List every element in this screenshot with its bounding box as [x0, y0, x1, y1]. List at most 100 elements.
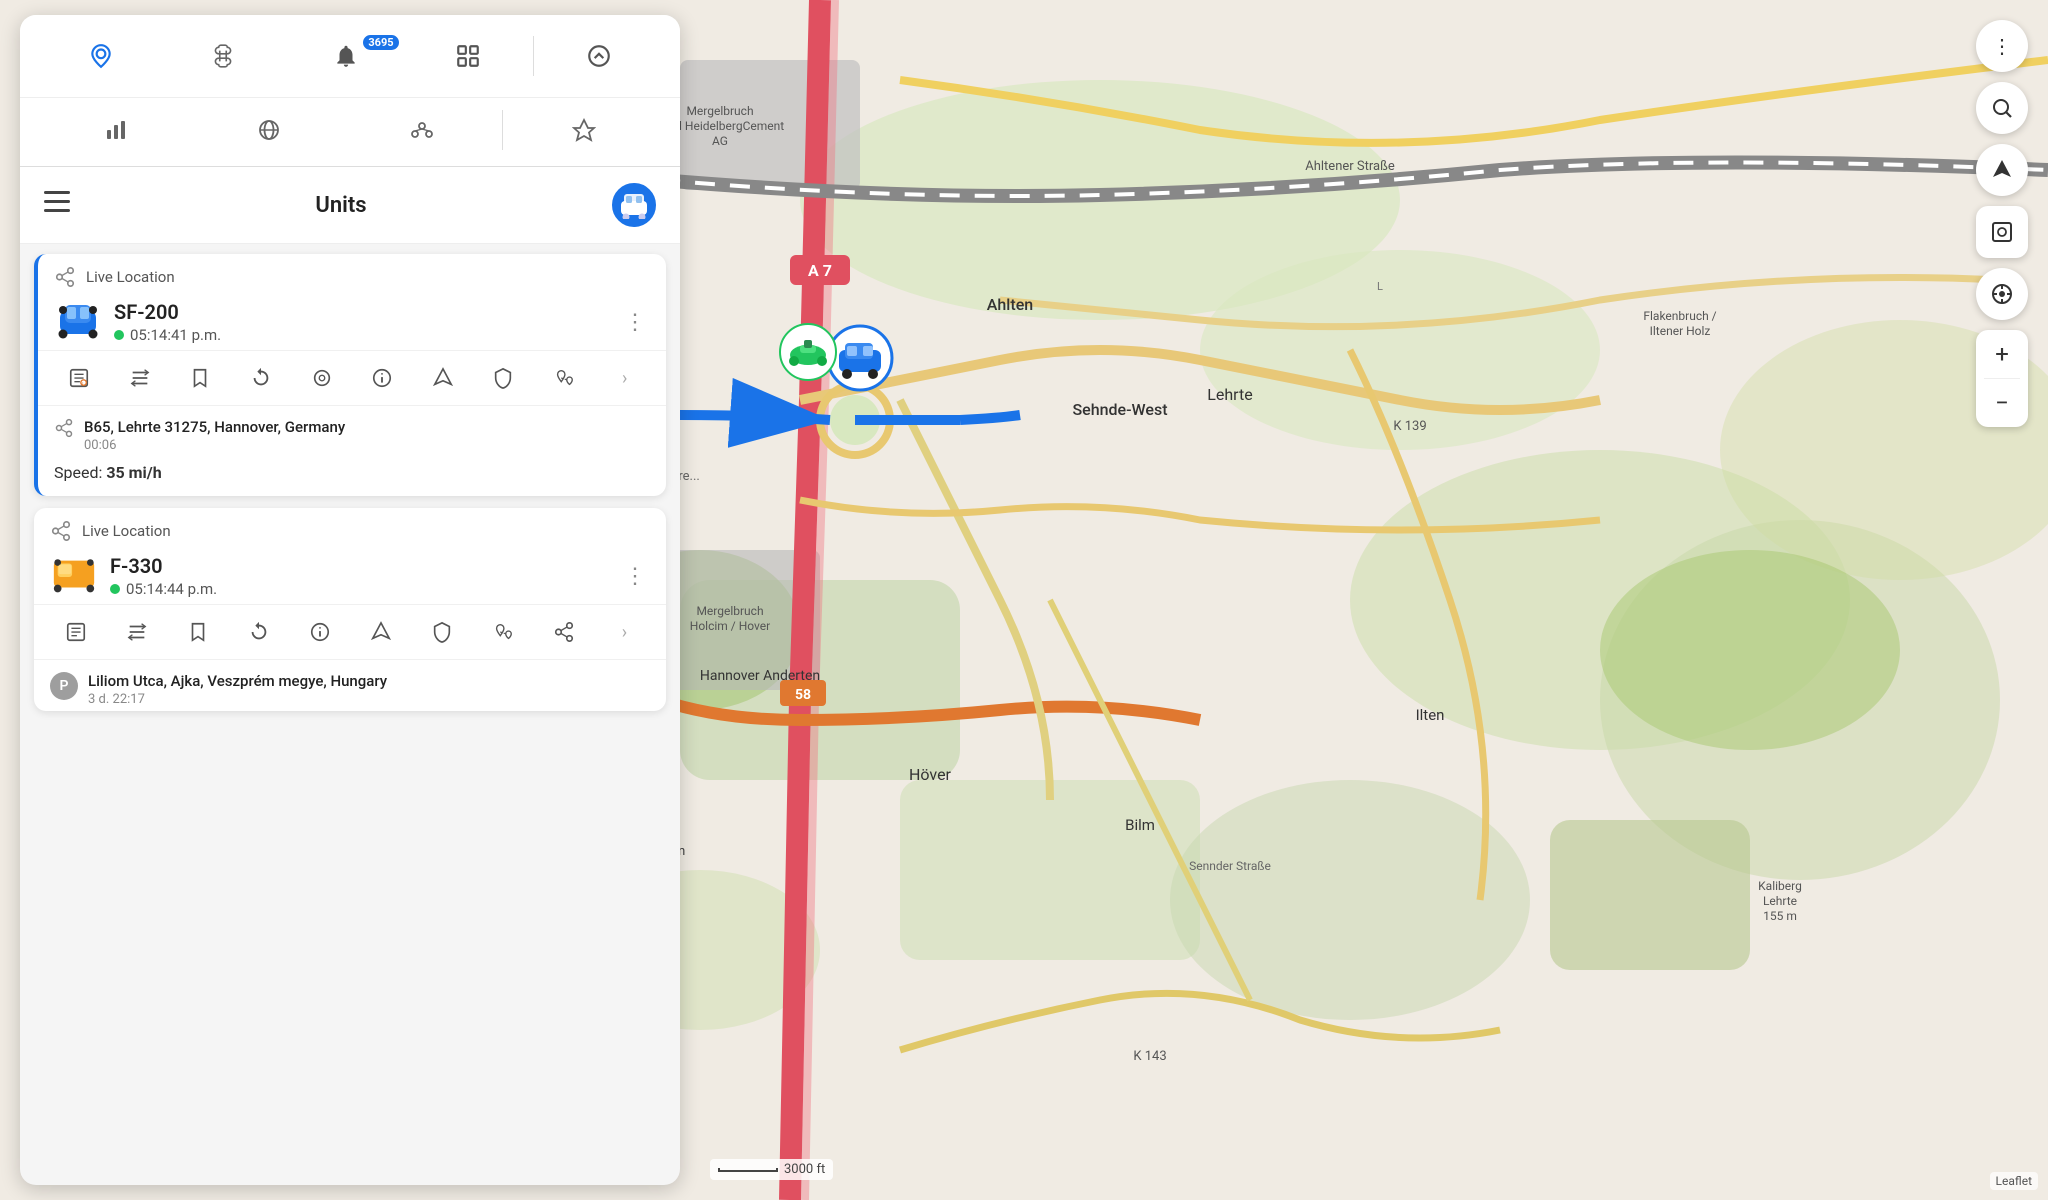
svg-text:Hannover Anderten: Hannover Anderten [700, 668, 820, 684]
action-replay-sf200[interactable] [232, 359, 291, 397]
scale-bar: 3000 ft [710, 1159, 833, 1180]
svg-text:AG: AG [712, 134, 728, 148]
address-time-sf200: 00:06 [84, 438, 345, 453]
svg-text:K 139: K 139 [1393, 419, 1426, 434]
frame-tab[interactable] [407, 31, 529, 81]
unit-name-sf200: SF-200 [114, 300, 608, 324]
action-navigate-f330[interactable] [351, 613, 410, 651]
actions-row-f330: › [34, 604, 666, 660]
units-avatar[interactable] [612, 183, 656, 227]
share-icon [54, 266, 76, 288]
bell-badge: 3695 [363, 35, 398, 50]
unit-list: Live Location [20, 244, 680, 1185]
card-header-sf200: Live Location [38, 254, 666, 294]
scale-line [718, 1168, 778, 1172]
address-text-f330: Liliom Utca, Ajka, Veszprém megye, Hunga… [88, 672, 387, 690]
toolbar-divider2 [502, 110, 503, 150]
address-row-f330: P Liliom Utca, Ajka, Veszprém megye, Hun… [34, 660, 666, 711]
unit-time-f330: 05:14:44 p.m. [126, 580, 217, 598]
svg-text:Bilm: Bilm [1125, 816, 1155, 834]
action-info-sf200[interactable] [353, 359, 412, 397]
status-dot-sf200 [114, 330, 124, 340]
address-row-sf200: B65, Lehrte 31275, Hannover, Germany 00:… [38, 406, 666, 457]
action-route-f330[interactable] [107, 613, 166, 651]
svg-text:Mergelbruch: Mergelbruch [686, 104, 753, 118]
pin-tab[interactable] [507, 108, 660, 152]
toolbar-row1: 3695 [20, 15, 680, 98]
chevron-up-tab[interactable] [538, 31, 660, 81]
action-route2-sf200[interactable] [535, 359, 594, 397]
action-bookmark-sf200[interactable] [171, 359, 230, 397]
units-header: Units [20, 167, 680, 244]
location-pin-tab[interactable] [40, 31, 162, 81]
bell-tab[interactable]: 3695 [284, 31, 406, 81]
unit-main-row-f330: F-330 05:14:44 p.m. ⋮ [34, 548, 666, 604]
action-more-f330[interactable]: › [595, 613, 654, 651]
unit-info-sf200: SF-200 05:14:41 p.m. [114, 300, 608, 344]
svg-text:Ahltener Straße: Ahltener Straße [1305, 159, 1395, 174]
globe-tab[interactable] [193, 108, 346, 152]
group-icon-tab[interactable] [346, 108, 499, 152]
svg-text:!: ! [83, 381, 84, 387]
unit-main-row-sf200: SF-200 05:14:41 p.m. ⋮ [38, 294, 666, 350]
left-panel: 3695 [20, 15, 680, 1185]
share-icon-f330 [50, 520, 72, 542]
screenshot-button[interactable] [1976, 206, 2028, 258]
unit-time-sf200: 05:14:41 p.m. [130, 326, 221, 344]
unit-card-sf200[interactable]: Live Location [34, 254, 666, 496]
speed-row-sf200: Speed: 35 mi/h [38, 457, 666, 496]
svg-text:Holcim / Hover: Holcim / Hover [690, 619, 770, 633]
action-route-sf200[interactable] [111, 359, 170, 397]
svg-text:Ilten: Ilten [1416, 706, 1445, 724]
speed-value-sf200: 35 mi/h [106, 463, 161, 482]
svg-text:58: 58 [795, 687, 811, 703]
svg-text:Iltener Holz: Iltener Holz [1650, 324, 1711, 338]
chart-tab[interactable] [40, 108, 193, 152]
hamburger-menu[interactable] [44, 191, 70, 219]
more-menu-f330[interactable]: ⋮ [620, 560, 650, 593]
leaflet-attribution[interactable]: Leaflet [1990, 1172, 2038, 1190]
unit-card-f330[interactable]: Live Location F-330 [34, 508, 666, 711]
svg-text:L: L [1377, 280, 1383, 293]
location-button[interactable] [1976, 268, 2028, 320]
toolbar-divider [533, 36, 534, 76]
more-menu-sf200[interactable]: ⋮ [620, 306, 650, 339]
svg-text:Ahlten: Ahlten [987, 295, 1033, 314]
units-title: Units [315, 193, 366, 218]
address-share-icon-sf200 [54, 418, 74, 438]
action-report-sf200[interactable]: ! [50, 359, 109, 397]
action-shield-f330[interactable] [412, 613, 471, 651]
action-shield-sf200[interactable] [474, 359, 533, 397]
action-more-sf200[interactable]: › [595, 359, 654, 397]
action-navigate-sf200[interactable] [414, 359, 473, 397]
actions-row-sf200: ! [38, 350, 666, 406]
action-report-f330[interactable] [46, 613, 105, 651]
bone-tab[interactable] [162, 31, 284, 81]
action-info-f330[interactable] [290, 613, 349, 651]
zoom-controls: + − [1976, 330, 2028, 427]
unit-info-f330: F-330 05:14:44 p.m. [110, 554, 608, 598]
action-replay-f330[interactable] [229, 613, 288, 651]
zoom-out-button[interactable]: − [1976, 379, 2028, 427]
action-bookmark-f330[interactable] [168, 613, 227, 651]
navigate-button[interactable] [1976, 144, 2028, 196]
scale-label: 3000 ft [784, 1162, 825, 1177]
svg-text:Mergelbruch: Mergelbruch [696, 604, 763, 618]
address-avatar-f330: P [50, 672, 78, 700]
action-share-f330[interactable] [534, 613, 593, 651]
address-text-sf200: B65, Lehrte 31275, Hannover, Germany [84, 418, 345, 436]
svg-text:155 m: 155 m [1763, 909, 1797, 923]
status-dot-f330 [110, 584, 120, 594]
action-geofence-sf200[interactable] [292, 359, 351, 397]
svg-text:Höver: Höver [909, 765, 952, 784]
live-location-label-f330: Live Location [82, 522, 650, 540]
unit-name-f330: F-330 [110, 554, 608, 578]
live-location-label-sf200: Live Location [86, 268, 650, 286]
more-options-button[interactable]: ⋮ [1976, 20, 2028, 72]
action-route2-f330[interactable] [473, 613, 532, 651]
svg-text:Flakenbruch /: Flakenbruch / [1643, 309, 1716, 323]
svg-text:K 143: K 143 [1133, 1049, 1166, 1064]
speed-label-sf200: Speed: [54, 463, 106, 482]
search-button[interactable] [1976, 82, 2028, 134]
zoom-in-button[interactable]: + [1976, 330, 2028, 378]
